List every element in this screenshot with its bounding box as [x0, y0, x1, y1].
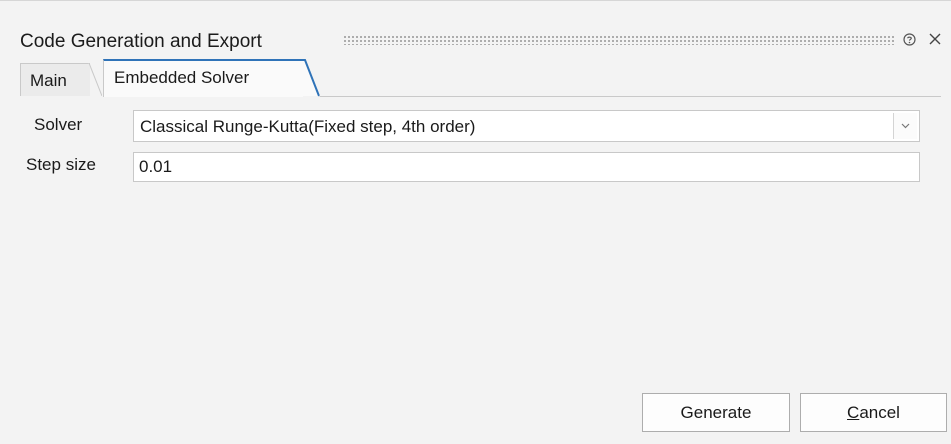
tab-strip: Main Embedded Solver: [20, 59, 941, 97]
tab-main[interactable]: Main: [20, 63, 90, 96]
solver-select-value: Classical Runge-Kutta(Fixed step, 4th or…: [140, 117, 476, 136]
solver-select[interactable]: Classical Runge-Kutta(Fixed step, 4th or…: [133, 110, 920, 142]
tab-embedded-solver[interactable]: Embedded Solver: [103, 59, 303, 97]
dialog-title: Code Generation and Export: [20, 31, 262, 52]
drag-grip[interactable]: [343, 35, 896, 45]
solver-label: Solver: [34, 115, 83, 134]
tab-baseline: [320, 96, 941, 97]
cancel-mnemonic: C: [847, 403, 860, 422]
help-icon[interactable]: [903, 33, 916, 46]
tab-main-edge: [88, 63, 102, 96]
cancel-button[interactable]: Cancel: [800, 393, 947, 432]
solver-dropdown-button[interactable]: [893, 113, 917, 139]
tab-embedded-solver-edge: [302, 59, 320, 97]
close-icon[interactable]: [928, 32, 942, 46]
step-size-label: Step size: [26, 155, 96, 174]
code-generation-dialog: Code Generation and Export Main Embedded…: [0, 0, 951, 444]
step-size-input[interactable]: [133, 152, 920, 182]
dialog-titlebar: Code Generation and Export: [0, 27, 951, 57]
generate-button[interactable]: Generate: [642, 393, 790, 432]
chevron-down-icon: [901, 123, 910, 129]
cancel-label-rest: ancel: [859, 403, 900, 422]
